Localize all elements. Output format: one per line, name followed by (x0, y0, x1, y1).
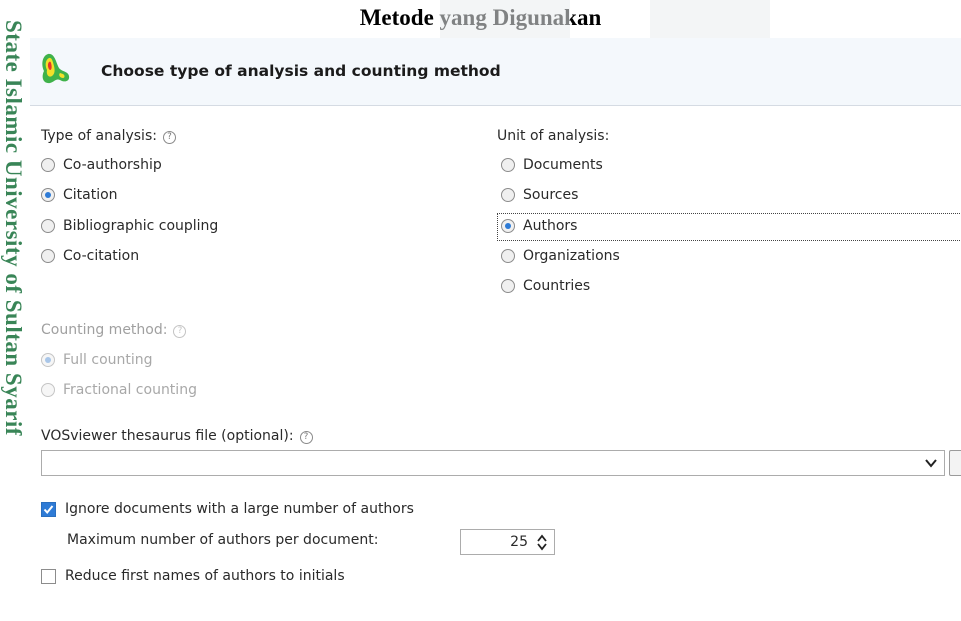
radio-icon (501, 279, 515, 293)
radio-citation[interactable]: Citation (41, 185, 118, 205)
radio-icon (501, 249, 515, 263)
checkbox-icon (41, 568, 56, 584)
radio-co-citation[interactable]: Co-citation (41, 246, 139, 266)
max-authors-spinner[interactable]: 25 (460, 529, 555, 555)
radio-full-counting: Full counting (41, 350, 153, 370)
radio-countries[interactable]: Countries (501, 276, 590, 296)
radio-fractional-counting: Fractional counting (41, 380, 197, 400)
type-of-analysis-label: Type of analysis:? (41, 128, 176, 144)
radio-authors[interactable]: Authors (501, 216, 577, 236)
thesaurus-file-select[interactable] (41, 450, 945, 476)
reduce-first-names-checkbox[interactable]: Reduce first names of authors to initial… (41, 566, 345, 586)
max-authors-label: Maximum number of authors per document: (67, 532, 379, 548)
help-icon[interactable]: ? (162, 131, 176, 144)
watermark-shade (650, 0, 770, 38)
radio-documents[interactable]: Documents (501, 155, 603, 175)
watermark-text: State Islamic University of Sultan Syari… (1, 20, 26, 436)
radio-icon (41, 219, 55, 233)
dialog-title: Choose type of analysis and counting met… (101, 62, 501, 80)
vosviewer-heatmap-icon (42, 53, 70, 84)
dialog-header: Choose type of analysis and counting met… (30, 38, 961, 106)
radio-icon (41, 249, 55, 263)
thesaurus-label: VOSviewer thesaurus file (optional):? (41, 428, 313, 444)
radio-bibliographic-coupling[interactable]: Bibliographic coupling (41, 216, 218, 236)
help-icon: ? (173, 325, 187, 338)
radio-icon (41, 158, 55, 172)
analysis-dialog: Choose type of analysis and counting met… (30, 38, 961, 621)
radio-icon (501, 219, 515, 233)
radio-icon (501, 158, 515, 172)
radio-icon (41, 353, 55, 367)
chevron-down-icon[interactable] (924, 456, 938, 470)
counting-method-label: Counting method:? (41, 322, 187, 338)
radio-co-authorship[interactable]: Co-authorship (41, 155, 162, 175)
spinner-arrows-icon[interactable] (535, 533, 549, 551)
max-authors-value: 25 (510, 534, 528, 550)
browse-button[interactable]: ... (949, 450, 961, 476)
radio-icon (41, 383, 55, 397)
ignore-large-documents-checkbox[interactable]: Ignore documents with a large number of … (41, 499, 414, 519)
radio-icon (41, 188, 55, 202)
radio-sources[interactable]: Sources (501, 185, 578, 205)
radio-icon (501, 188, 515, 202)
radio-organizations[interactable]: Organizations (501, 246, 620, 266)
checkbox-icon (41, 501, 56, 517)
watermark-shade (440, 0, 570, 38)
help-icon[interactable]: ? (299, 431, 313, 444)
unit-of-analysis-label: Unit of analysis: (497, 128, 610, 144)
